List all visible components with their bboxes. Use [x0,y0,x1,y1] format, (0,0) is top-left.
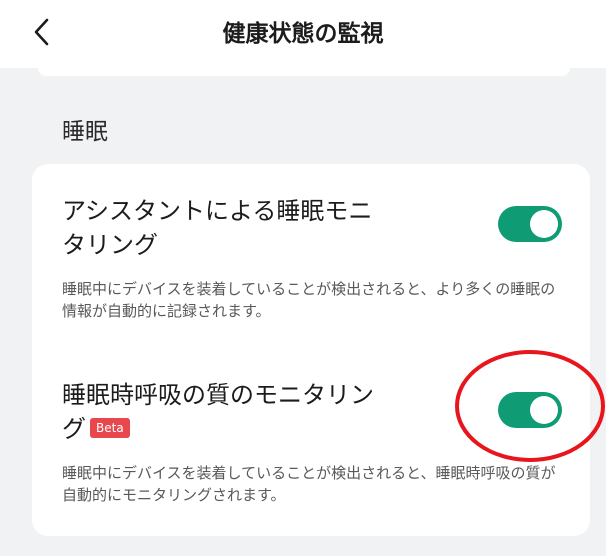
assistant-sleep-monitoring-description: 睡眠中にデバイスを装着していることが検出されると、より多くの睡眠の情報が自動的に… [62,280,556,320]
header-bar: 健康状態の監視 [0,0,606,68]
assistant-sleep-monitoring-toggle[interactable] [498,206,562,242]
toggle-knob [530,210,558,238]
back-button[interactable] [20,10,64,54]
sleep-settings-card: アシスタントによる睡眠モニタリング 睡眠中にデバイスを装着していることが検出され… [32,164,590,536]
beta-badge: Beta [90,418,130,438]
toggle-knob [530,396,558,424]
sleep-breathing-quality-toggle[interactable] [498,392,562,428]
sleep-breathing-quality-title: 睡眠時呼吸の質のモニタリング Beta [62,378,392,446]
chevron-left-icon [34,18,49,46]
page-title: 健康状態の監視 [222,21,384,47]
sleep-breathing-quality-description: 睡眠中にデバイスを装着していることが検出されると、睡眠時呼吸の質が自動的にモニタ… [62,464,556,504]
section-title-sleep: 睡眠 [62,119,108,145]
assistant-sleep-monitoring-title: アシスタントによる睡眠モニタリング [62,197,373,259]
previous-card-edge [38,68,570,76]
